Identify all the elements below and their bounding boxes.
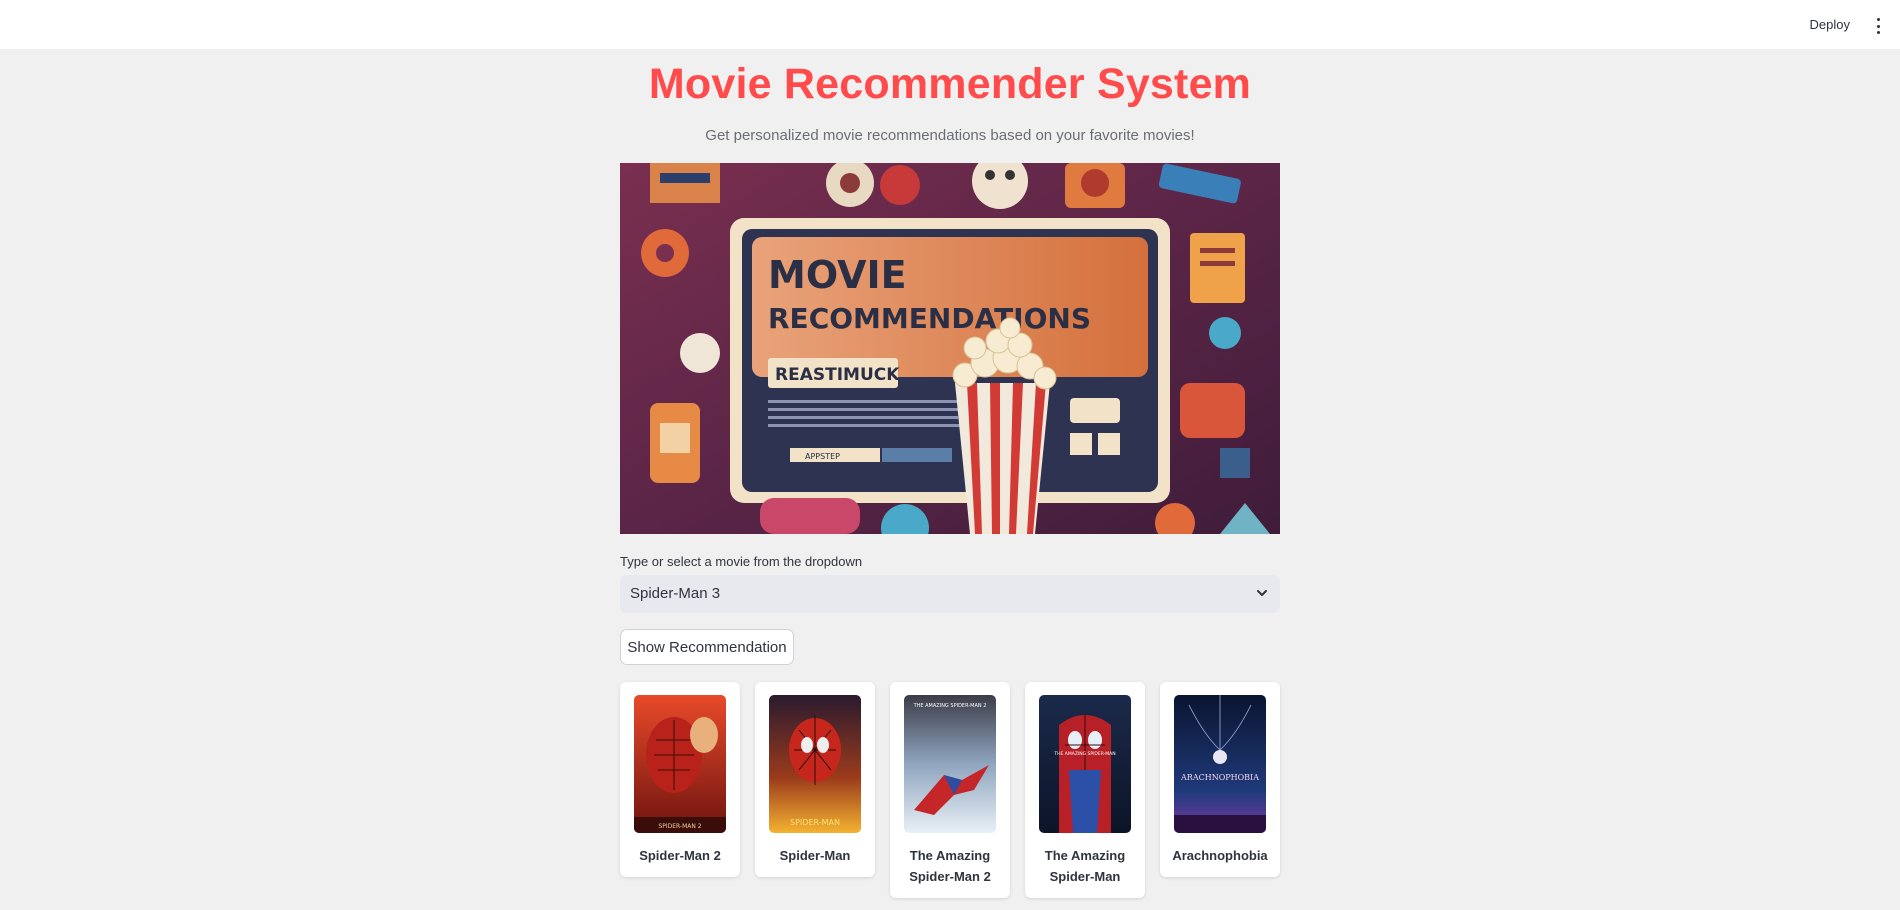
recommendation-card[interactable]: ARACHNOPHOBIA Arachnophobia [1160, 682, 1280, 877]
hero-illustration: MOVIE RECOMMENDATIONS REASTIMUCK APPSTEP [620, 163, 1280, 534]
movie-select-label: Type or select a movie from the dropdown [620, 554, 863, 569]
movie-title: Arachnophobia [1172, 848, 1268, 863]
top-header: Deploy [0, 0, 1900, 49]
poster-text: ARACHNOPHOBIA [1180, 773, 1259, 782]
recommendation-card[interactable]: THE AMAZING SPIDER-MAN The Amazing Spide… [1025, 682, 1145, 898]
movie-poster: ARACHNOPHOBIA [1174, 695, 1266, 833]
chevron-down-icon [1257, 590, 1267, 596]
hero-screen-line1: MOVIE [768, 253, 907, 297]
movie-poster: THE AMAZING SPIDER-MAN [1039, 695, 1131, 833]
movie-poster: THE AMAZING SPIDER-MAN 2 [904, 695, 996, 833]
movie-title: Spider-Man 2 [639, 848, 721, 863]
recommendation-card[interactable]: SPIDER-MAN Spider-Man [755, 682, 875, 877]
hero-image: MOVIE RECOMMENDATIONS REASTIMUCK APPSTEP [620, 163, 1280, 534]
hero-screen-button: APPSTEP [805, 452, 840, 461]
hero-screen-tag: REASTIMUCK [775, 365, 900, 385]
deploy-button[interactable]: Deploy [1810, 17, 1850, 32]
hero-screen-line2: RECOMMENDATIONS [768, 302, 1091, 335]
show-recommendation-button[interactable]: Show Recommendation [620, 629, 794, 665]
poster-text: SPIDER-MAN 2 [658, 823, 701, 830]
recommendation-card[interactable]: SPIDER-MAN 2 Spider-Man 2 [620, 682, 740, 877]
recommendation-card[interactable]: THE AMAZING SPIDER-MAN 2 The Amazing Spi… [890, 682, 1010, 898]
movie-select-value: Spider-Man 3 [630, 585, 721, 602]
kebab-menu-icon[interactable] [1874, 18, 1882, 34]
movie-select[interactable]: Spider-Man 3 [620, 575, 1280, 613]
poster-text: THE AMAZING SPIDER-MAN 2 [913, 703, 987, 709]
movie-poster: SPIDER-MAN [769, 695, 861, 833]
poster-text: THE AMAZING SPIDER-MAN [1053, 751, 1115, 757]
movie-title: The Amazing Spider-Man 2 [909, 848, 991, 884]
movie-title: Spider-Man [779, 848, 851, 863]
movie-title: The Amazing Spider-Man [1044, 848, 1126, 884]
page-subtitle: Get personalized movie recommendations b… [705, 127, 1195, 144]
poster-text: SPIDER-MAN [790, 818, 840, 827]
page-title: Movie Recommender System [648, 60, 1252, 108]
movie-poster: SPIDER-MAN 2 [634, 695, 726, 833]
